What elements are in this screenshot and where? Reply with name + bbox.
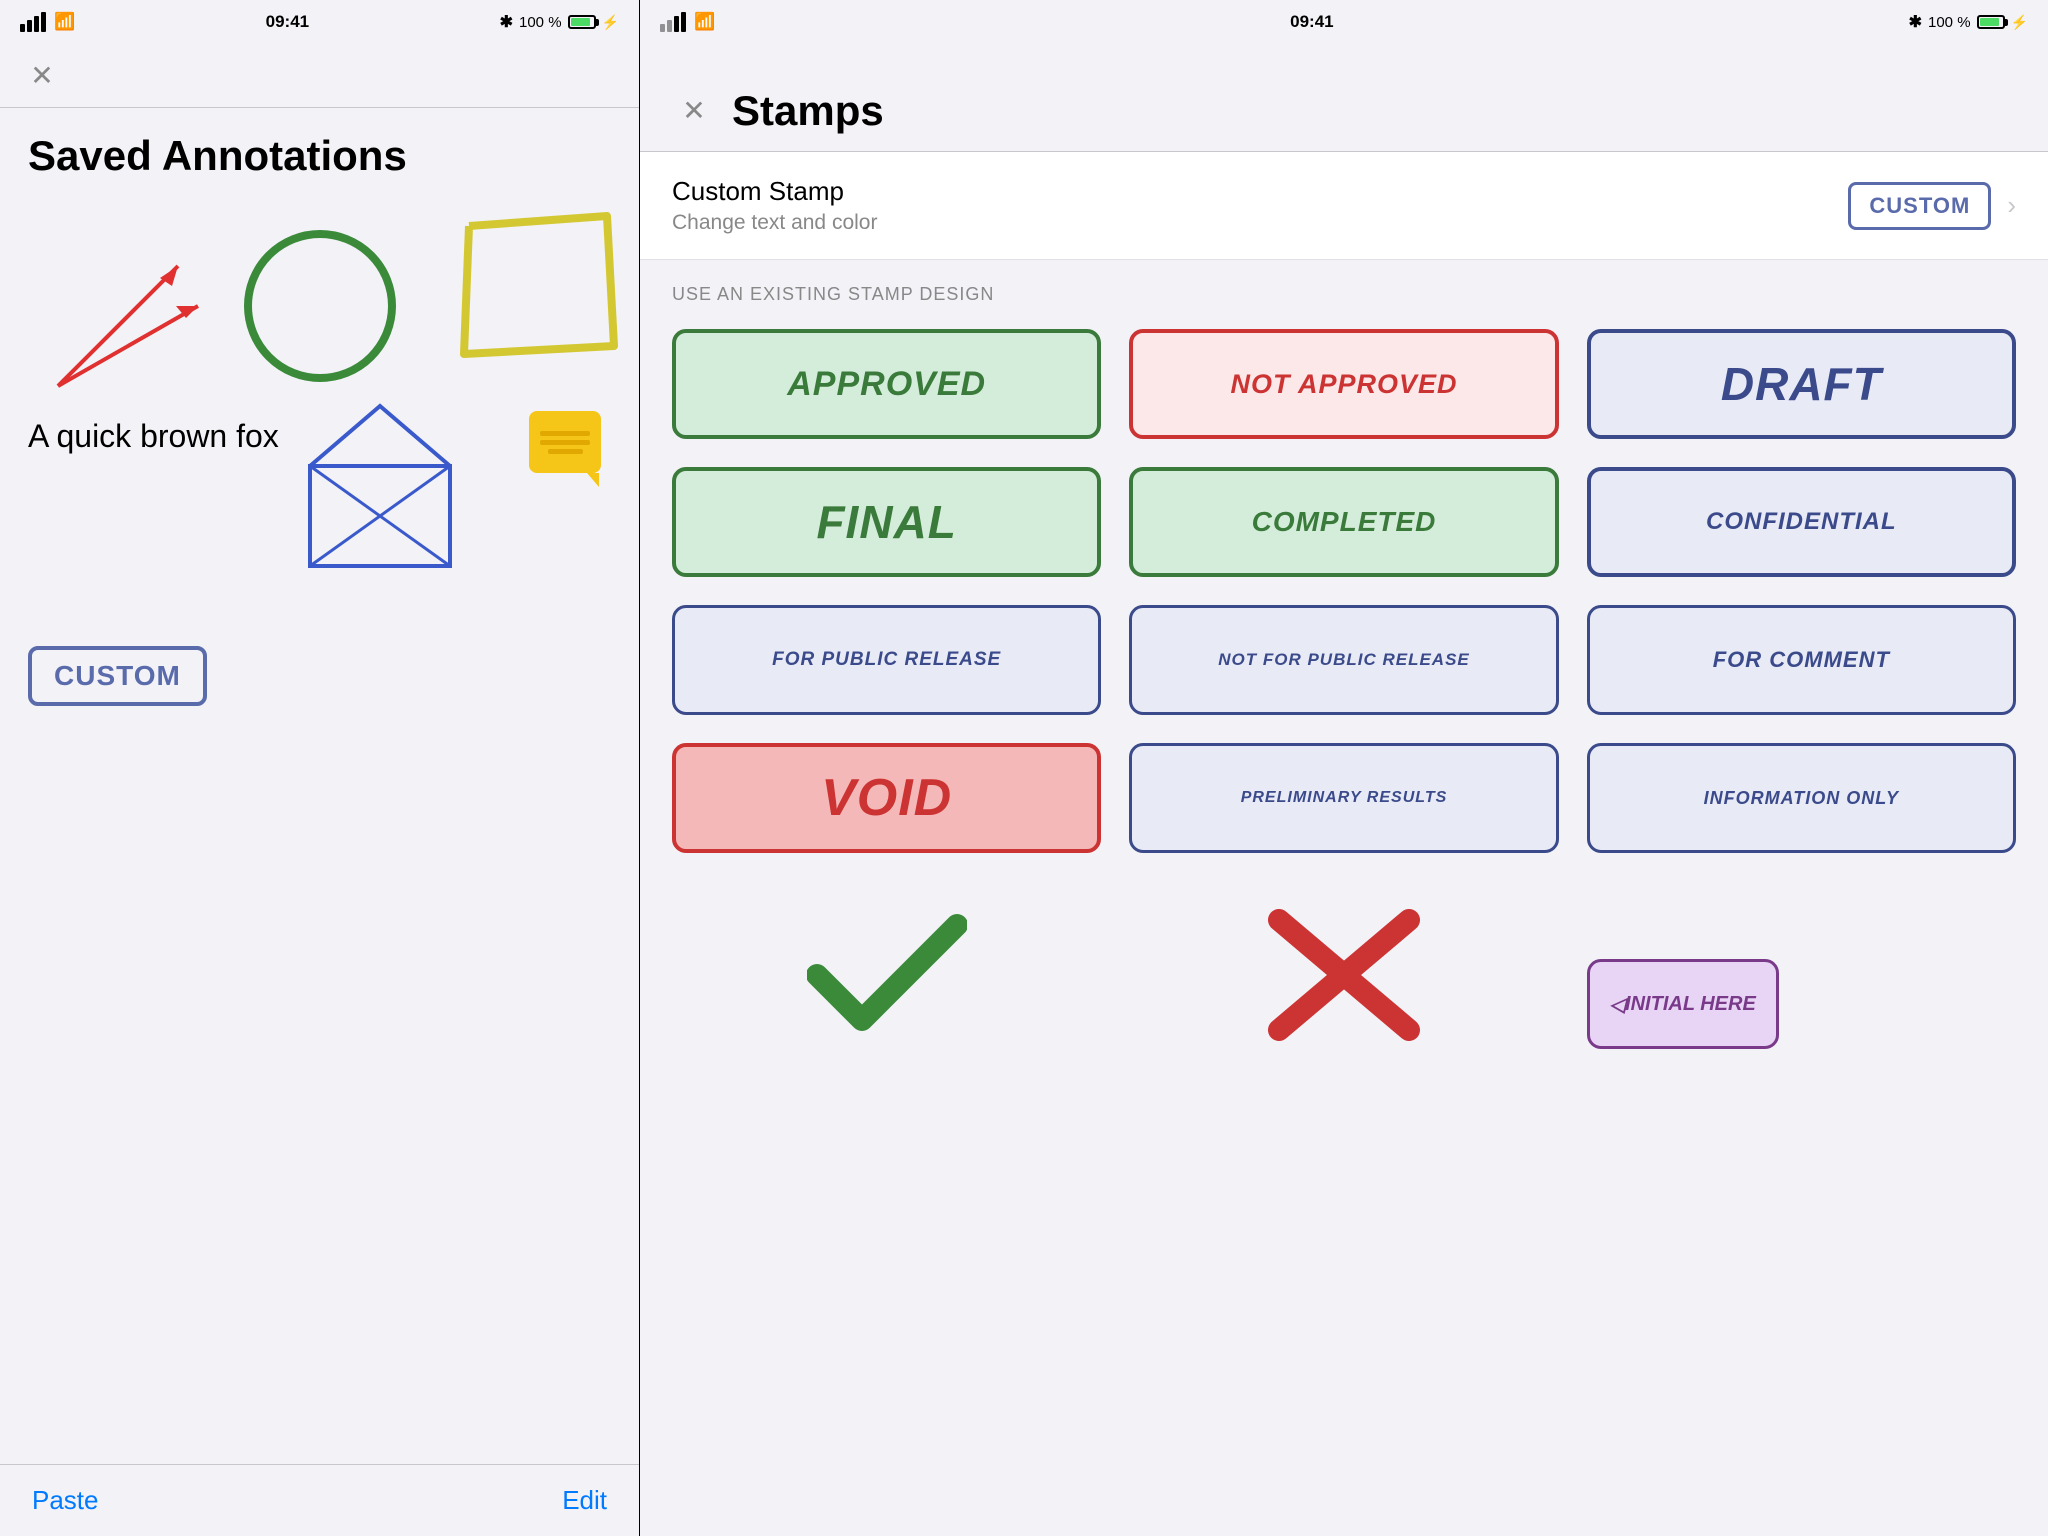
battery-area-right: ✱ 100 % ⚡ bbox=[1909, 12, 2028, 32]
stamp-not-for-public-release[interactable]: NOT FOR PUBLIC RELEASE bbox=[1129, 605, 1558, 715]
stamp-for-public-release[interactable]: FOR PUBLIC RELEASE bbox=[672, 605, 1101, 715]
stamp-draft-label: DRAFT bbox=[1721, 357, 1882, 411]
text-annotation[interactable]: A quick brown fox bbox=[28, 416, 279, 458]
bluetooth-icon-left: ✱ bbox=[500, 12, 513, 32]
stamp-for-comment-label: FOR COMMENT bbox=[1713, 647, 1890, 673]
status-bar-left: 📶 09:41 ✱ 100 % ⚡ bbox=[0, 0, 639, 44]
stamp-initial-here-wrapper: ◁ INITIAL HERE bbox=[1587, 885, 2016, 1065]
stamp-final-label: FINAL bbox=[816, 495, 956, 549]
stamp-completed-label: COMPLETED bbox=[1252, 506, 1437, 538]
stamp-initial-here-label: INITIAL HERE bbox=[1625, 993, 1756, 1016]
stamp-preliminary-results[interactable]: PRELIMINARY RESULTS bbox=[1129, 743, 1558, 853]
close-button-left[interactable]: ✕ bbox=[20, 54, 64, 98]
custom-stamp-preview-label: CUSTOM bbox=[1869, 193, 1970, 218]
battery-icon-right bbox=[1977, 15, 2005, 29]
battery-text-right: 100 % bbox=[1928, 14, 1971, 31]
stamp-preliminary-results-label: PRELIMINARY RESULTS bbox=[1233, 789, 1456, 807]
custom-stamp-right: CUSTOM › bbox=[1848, 182, 2016, 230]
close-icon-right: ✕ bbox=[682, 97, 705, 125]
battery-text-left: 100 % bbox=[519, 14, 562, 31]
annotations-area: A quick brown fox bbox=[0, 196, 639, 1464]
battery-area-left: ✱ 100 % ⚡ bbox=[500, 12, 619, 32]
close-button-right[interactable]: ✕ bbox=[672, 89, 716, 133]
stamp-approved[interactable]: APPROVED bbox=[672, 329, 1101, 439]
stamp-confidential[interactable]: CONFIDENTIAL bbox=[1587, 467, 2016, 577]
stamp-not-for-public-release-label: NOT FOR PUBLIC RELEASE bbox=[1218, 650, 1470, 670]
page-title-right: Stamps bbox=[732, 87, 884, 135]
arrow-left-icon: ◁ bbox=[1610, 992, 1625, 1017]
bluetooth-icon-right: ✱ bbox=[1909, 12, 1922, 32]
note-icon bbox=[529, 411, 601, 473]
custom-stamp-label: CUSTOM bbox=[54, 660, 181, 691]
circle-annotation[interactable] bbox=[230, 216, 410, 396]
stamp-completed[interactable]: COMPLETED bbox=[1129, 467, 1558, 577]
custom-stamp-title: Custom Stamp bbox=[672, 176, 877, 207]
nav-bar-right: ✕ Stamps bbox=[640, 44, 2048, 152]
charging-bolt-right: ⚡ bbox=[2011, 14, 2028, 31]
custom-stamp-annotation[interactable]: CUSTOM bbox=[28, 646, 207, 706]
stamp-confidential-label: CONFIDENTIAL bbox=[1706, 508, 1897, 536]
stamps-bottom-row: ◁ INITIAL HERE bbox=[640, 885, 2048, 1097]
shape-annotation[interactable] bbox=[300, 396, 460, 576]
stamp-for-comment[interactable]: FOR COMMENT bbox=[1587, 605, 2016, 715]
stamp-initial-here[interactable]: ◁ INITIAL HERE bbox=[1587, 959, 1779, 1049]
stamp-draft[interactable]: DRAFT bbox=[1587, 329, 2016, 439]
note-annotation[interactable] bbox=[529, 411, 609, 483]
stamp-for-public-release-label: FOR PUBLIC RELEASE bbox=[772, 649, 1001, 671]
arrow-annotation[interactable] bbox=[28, 226, 228, 426]
custom-stamp-subtitle: Change text and color bbox=[672, 211, 877, 235]
battery-icon-left bbox=[568, 15, 596, 29]
stamp-information-only[interactable]: INFORMATION ONLY bbox=[1587, 743, 2016, 853]
page-title-left: Saved Annotations bbox=[0, 108, 639, 196]
custom-stamp-info: Custom Stamp Change text and color bbox=[672, 176, 877, 235]
right-panel: 📶 09:41 ✱ 100 % ⚡ ✕ Stamps Custom Stamp bbox=[640, 0, 2048, 1536]
charging-bolt-left: ⚡ bbox=[602, 14, 619, 31]
section-header: USE AN EXISTING STAMP DESIGN bbox=[640, 260, 2048, 317]
chevron-right-icon: › bbox=[2007, 190, 2016, 221]
signal-bars-right bbox=[660, 12, 686, 32]
stamp-checkmark[interactable] bbox=[672, 885, 1101, 1065]
stamp-information-only-label: INFORMATION ONLY bbox=[1696, 788, 1907, 809]
time-left: 09:41 bbox=[266, 12, 309, 32]
wifi-icon-left: 📶 bbox=[54, 12, 75, 32]
rectangle-annotation[interactable] bbox=[459, 206, 619, 366]
signal-bars-left bbox=[20, 12, 46, 32]
stamp-not-approved-label: NOT APPROVED bbox=[1230, 369, 1457, 400]
bottom-bar-left: Paste Edit bbox=[0, 1464, 639, 1536]
stamps-grid: APPROVED NOT APPROVED DRAFT FINAL COMPLE… bbox=[640, 317, 2048, 885]
close-icon-left: ✕ bbox=[30, 62, 53, 90]
stamp-final[interactable]: FINAL bbox=[672, 467, 1101, 577]
stamp-not-approved[interactable]: NOT APPROVED bbox=[1129, 329, 1558, 439]
stamp-x-mark[interactable] bbox=[1129, 885, 1558, 1065]
custom-stamp-row[interactable]: Custom Stamp Change text and color CUSTO… bbox=[640, 152, 2048, 260]
stamp-void[interactable]: VOID bbox=[672, 743, 1101, 853]
edit-button[interactable]: Edit bbox=[562, 1485, 607, 1516]
time-right: 09:41 bbox=[1290, 12, 1333, 32]
stamp-void-label: VOID bbox=[821, 768, 952, 828]
nav-bar-left: ✕ bbox=[0, 44, 639, 108]
left-panel: 📶 09:41 ✱ 100 % ⚡ ✕ Saved Annotations bbox=[0, 0, 640, 1536]
paste-button[interactable]: Paste bbox=[32, 1485, 99, 1516]
status-bar-right: 📶 09:41 ✱ 100 % ⚡ bbox=[640, 0, 2048, 44]
stamp-approved-label: APPROVED bbox=[787, 365, 986, 404]
stamps-content: Custom Stamp Change text and color CUSTO… bbox=[640, 152, 2048, 1536]
custom-stamp-preview: CUSTOM bbox=[1848, 182, 1991, 230]
wifi-icon-right: 📶 bbox=[694, 12, 715, 32]
